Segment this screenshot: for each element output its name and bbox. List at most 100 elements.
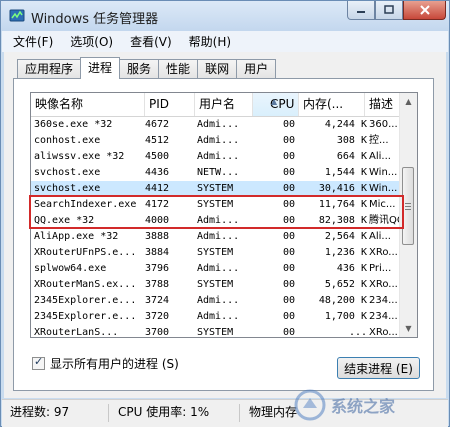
process-cell-user: Admi... [197, 119, 240, 130]
process-cell-mem: 5,652 K [324, 279, 367, 290]
process-row[interactable]: 2345Explorer.e... 3720 Admi... 00 1,700 K 234… [31, 309, 401, 325]
process-cell-image: svchost.exe [34, 167, 101, 178]
menu-help[interactable]: 帮助(H) [178, 33, 237, 50]
process-cell-image: XRouterUFnPS.e... [34, 247, 137, 258]
process-row[interactable]: conhost.exe 4512 Admi... 00 308 K 控... [31, 133, 401, 149]
process-cell-pid: 3720 [145, 311, 170, 322]
title-bar[interactable]: Windows 任务管理器 [1, 1, 449, 31]
column-header-cpu[interactable]: ▲ CPU [253, 93, 299, 116]
process-cell-desc: 360... [369, 119, 398, 130]
process-cell-desc: XRo... [369, 279, 398, 290]
scroll-up-arrow-icon: ▲ [405, 97, 412, 106]
maximize-icon [384, 5, 394, 14]
process-cell-pid: 3884 [145, 247, 170, 258]
scroll-down-arrow-icon: ▼ [405, 324, 412, 333]
process-row[interactable]: 360se.exe *32 4672 Admi... 00 4,244 K 360... [31, 117, 401, 133]
process-row[interactable]: AliApp.exe *32 3888 Admi... 00 2,564 K Ali... [31, 229, 401, 245]
maximize-button[interactable] [375, 1, 403, 20]
checkbox-box[interactable] [32, 355, 45, 370]
process-cell-mem: 664 K [336, 151, 367, 162]
window-title: Windows 任务管理器 [31, 12, 159, 27]
column-header-description[interactable]: 描述 [365, 93, 401, 116]
process-cell-mem: 1,544 K [324, 167, 367, 178]
process-row[interactable]: XRouterLanS... 3700 SYSTEM 00... XRo... [31, 325, 401, 338]
close-button[interactable] [403, 1, 446, 20]
column-header-user-name[interactable]: 用户名 [195, 93, 253, 116]
scroll-down-button[interactable]: ▼ [400, 320, 417, 337]
watermark: 系统之家 [293, 385, 449, 425]
process-cell-user: Admi... [197, 231, 240, 242]
thumb-grip-line [405, 209, 411, 210]
tab-applications[interactable]: 应用程序 [17, 59, 82, 79]
column-header-pid[interactable]: PID [145, 93, 195, 116]
process-cell-cpu: 00 [282, 247, 295, 258]
process-cell-image: 2345Explorer.e... [34, 311, 137, 322]
process-cell-image: XRouterLanS... [34, 327, 119, 338]
process-cell-pid: 4436 [145, 167, 170, 178]
process-cell-mem: 4,244 K [324, 119, 367, 130]
process-cell-desc: XRo... [369, 327, 398, 338]
process-cell-image: conhost.exe [34, 135, 101, 146]
tab-users[interactable]: 用户 [236, 59, 277, 79]
column-header-image-name[interactable]: 映像名称 [31, 93, 145, 116]
thumb-grip-line [405, 203, 411, 204]
process-cell-image: 360se.exe *32 [34, 119, 113, 130]
process-cell-user: SYSTEM [197, 247, 234, 258]
show-all-users-checkbox[interactable]: 显示所有用户的进程 (S) [32, 355, 179, 372]
process-cell-mem: 2,564 K [324, 231, 367, 242]
process-cell-user: SYSTEM [197, 327, 234, 338]
end-process-button[interactable]: 结束进程 (E) [337, 357, 420, 379]
menu-view[interactable]: 查看(V) [119, 33, 178, 50]
process-row[interactable]: svchost.exe 4436 NETW... 00 1,544 K Win... [31, 165, 401, 181]
process-cell-pid: 4672 [145, 119, 170, 130]
process-cell-pid: 4512 [145, 135, 170, 146]
status-physical-memory: 物理内存 [249, 405, 298, 419]
process-cell-image: splwow64.exe [34, 263, 107, 274]
process-cell-pid: 3724 [145, 295, 170, 306]
process-cell-cpu: 00 [282, 231, 295, 242]
processes-tab-page: 映像名称 PID 用户名 ▲ CPU 内存(... 描述 360se.exe *… [13, 78, 434, 391]
process-cell-mem: ... [348, 327, 367, 338]
process-cell-desc: Pri... [369, 263, 392, 274]
process-row[interactable]: aliwssv.exe *32 4500 Admi... 00 664 K Ali... [31, 149, 401, 165]
process-cell-cpu: 00 [282, 263, 295, 274]
main-panel: 应用程序 进程 服务 性能 联网 用户 映像名称 PID 用户名 ▲ CPU 内… [4, 52, 446, 398]
process-cell-cpu: 00 [282, 167, 295, 178]
minimize-button[interactable] [347, 1, 375, 20]
watermark-logo-icon [294, 389, 326, 421]
menu-options[interactable]: 选项(O) [59, 33, 119, 50]
process-cell-desc: 234... [369, 295, 398, 306]
column-header-memory[interactable]: 内存(... [299, 93, 365, 116]
watermark-text: 系统之家 [331, 397, 396, 416]
process-cell-cpu: 00 [282, 151, 295, 162]
process-cell-desc: 控... [369, 135, 389, 146]
scroll-up-button[interactable]: ▲ [400, 93, 417, 110]
status-process-count: 进程数: 97 [10, 405, 70, 419]
process-cell-desc: Ali... [369, 151, 391, 162]
tab-strip: 应用程序 进程 服务 性能 联网 用户 [17, 57, 277, 79]
process-cell-image: aliwssv.exe *32 [34, 151, 125, 162]
tab-networking[interactable]: 联网 [197, 59, 238, 79]
process-cell-user: Admi... [197, 295, 240, 306]
task-manager-icon [9, 9, 25, 22]
process-cell-mem: 436 K [336, 263, 367, 274]
process-row[interactable]: XRouterUFnPS.e... 3884 SYSTEM 00 1,236 K XRo.… [31, 245, 401, 261]
process-row[interactable]: splwow64.exe 3796 Admi... 00 436 K Pri... [31, 261, 401, 277]
process-cell-pid: 4500 [145, 151, 170, 162]
process-cell-cpu: 00 [282, 327, 295, 338]
sort-ascending-icon: ▲ [271, 97, 278, 106]
process-row[interactable]: 2345Explorer.e... 3724 Admi... 00 48,200 K 23… [31, 293, 401, 309]
process-cell-pid: 3796 [145, 263, 170, 274]
tab-performance[interactable]: 性能 [158, 59, 199, 79]
show-all-users-label: 显示所有用户的进程 (S) [50, 357, 179, 371]
menu-bar: 文件(F) 选项(O) 查看(V) 帮助(H) [2, 31, 448, 52]
process-cell-mem: 48,200 K [318, 295, 367, 306]
process-cell-mem: 308 K [336, 135, 367, 146]
tab-services[interactable]: 服务 [119, 59, 160, 79]
process-cell-cpu: 00 [282, 295, 295, 306]
menu-file[interactable]: 文件(F) [2, 33, 59, 50]
process-cell-desc: Win... [369, 167, 398, 178]
process-row[interactable]: XRouterManS.ex... 3788 SYSTEM 00 5,652 K XRo.… [31, 277, 401, 293]
process-cell-pid: 3788 [145, 279, 170, 290]
tab-processes[interactable]: 进程 [80, 57, 121, 79]
